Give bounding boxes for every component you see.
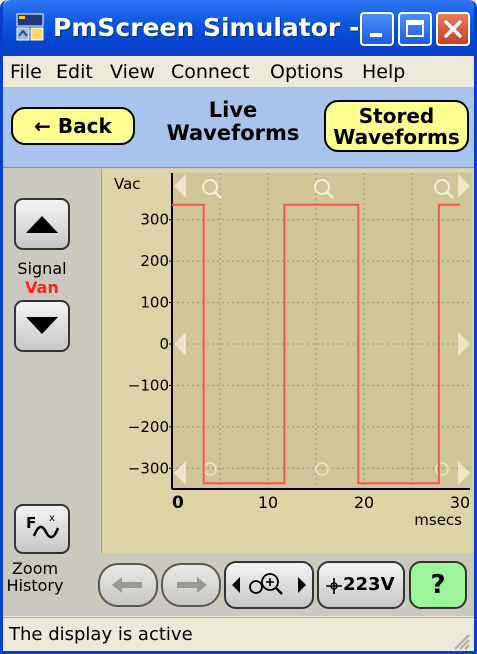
signal-down-button[interactable]	[14, 300, 70, 352]
menu-view[interactable]: View	[110, 61, 155, 83]
y-tick-label: 300	[140, 211, 169, 229]
up-arrow-icon	[26, 216, 58, 233]
stored-waveforms-line2: Waveforms	[333, 125, 460, 149]
scale-label: 223V	[343, 574, 395, 595]
back-button[interactable]: ← Back	[11, 107, 135, 145]
data-point	[203, 204, 205, 206]
menu-options[interactable]: Options	[270, 61, 343, 83]
history-back-button[interactable]	[98, 563, 158, 607]
close-icon	[444, 20, 462, 38]
data-point	[203, 482, 205, 484]
x-tick-label: 0	[172, 493, 184, 513]
y-tick-label: −100	[128, 376, 169, 394]
x-tick-label: 10	[258, 493, 278, 512]
help-button[interactable]: ?	[409, 561, 467, 609]
y-axis-label: Vac	[114, 175, 141, 193]
signal-label: Signal	[17, 259, 67, 278]
app-window: PmScreen Simulator -... File Edit View C…	[0, 0, 477, 654]
data-point	[283, 482, 285, 484]
history-back-icon	[112, 577, 142, 593]
minimize-button[interactable]	[360, 12, 394, 46]
menu-file[interactable]: File	[10, 61, 42, 83]
back-arrow-icon: ←	[34, 114, 51, 138]
data-point	[459, 204, 461, 206]
maximize-icon	[406, 20, 424, 37]
y-tick-label: −200	[128, 418, 169, 436]
help-label: ?	[430, 570, 446, 600]
zoom-history-line2: History	[6, 576, 64, 595]
zoom-history-line1: Zoom	[11, 559, 59, 578]
history-forward-button[interactable]	[161, 563, 221, 607]
function-icon: F x	[26, 513, 60, 539]
data-point	[438, 482, 440, 484]
resize-grip-icon[interactable]	[452, 632, 470, 650]
zoom-pan-icon	[232, 573, 306, 595]
function-button[interactable]: F x	[14, 504, 70, 554]
x-tick-label: 20	[354, 493, 374, 512]
title-bar[interactable]: PmScreen Simulator -...	[3, 0, 474, 56]
menu-edit[interactable]: Edit	[56, 61, 93, 83]
maximize-button[interactable]	[398, 12, 432, 46]
x-axis-label: msecs	[414, 511, 462, 529]
stored-waveforms-button[interactable]: Stored Waveforms	[324, 100, 469, 152]
plot-area	[172, 173, 472, 489]
menu-connect[interactable]: Connect	[171, 61, 250, 83]
app-icon	[16, 13, 44, 41]
signal-name: Van	[25, 278, 59, 297]
data-point	[171, 204, 173, 206]
data-point	[357, 482, 359, 484]
y-tick-label: 200	[140, 252, 169, 270]
menu-bar: File Edit View Connect Options Help	[3, 56, 474, 86]
zoom-history-label: Zoom History	[3, 560, 67, 594]
status-text: The display is active	[9, 624, 193, 645]
chart-panel: 300 200 100 0 −100 −200 −300 0 10 20 30 Vac msecs	[101, 169, 475, 553]
minimize-icon	[370, 33, 382, 37]
back-button-label: Back	[57, 114, 112, 138]
stored-waveforms-line1: Stored	[358, 104, 435, 128]
y-tick-label: −300	[128, 459, 169, 477]
svg-text:x: x	[49, 513, 55, 524]
status-bar: The display is active	[3, 617, 474, 651]
page-title: Live Waveforms	[153, 99, 313, 145]
data-point	[283, 204, 285, 206]
waveform-chart[interactable]: 3002001000−100−200−3000 10 20 30Vacmsecs	[102, 169, 475, 553]
svg-text:F: F	[26, 514, 36, 532]
close-button[interactable]	[436, 12, 470, 46]
x-tick-label: 30	[450, 493, 470, 512]
content-area: Signal Van F x Zoom History 300 200 100 0 −1…	[3, 168, 474, 616]
nav-bar: ← Back Live Waveforms Stored Waveforms	[3, 87, 474, 168]
zoom-pan-button[interactable]	[224, 561, 314, 609]
scale-button[interactable]: 223V	[317, 561, 405, 609]
page-title-line1: Live	[208, 98, 258, 122]
y-tick-label: 100	[140, 294, 169, 312]
y-tick-label: 0	[159, 335, 169, 353]
data-point	[438, 204, 440, 206]
data-point	[357, 204, 359, 206]
window-title: PmScreen Simulator -...	[53, 13, 388, 42]
history-forward-icon	[177, 577, 207, 593]
signal-up-button[interactable]	[14, 198, 70, 250]
crosshair-icon	[326, 578, 342, 594]
page-title-line2: Waveforms	[166, 121, 300, 145]
down-arrow-icon	[26, 317, 58, 334]
menu-help[interactable]: Help	[362, 61, 405, 83]
